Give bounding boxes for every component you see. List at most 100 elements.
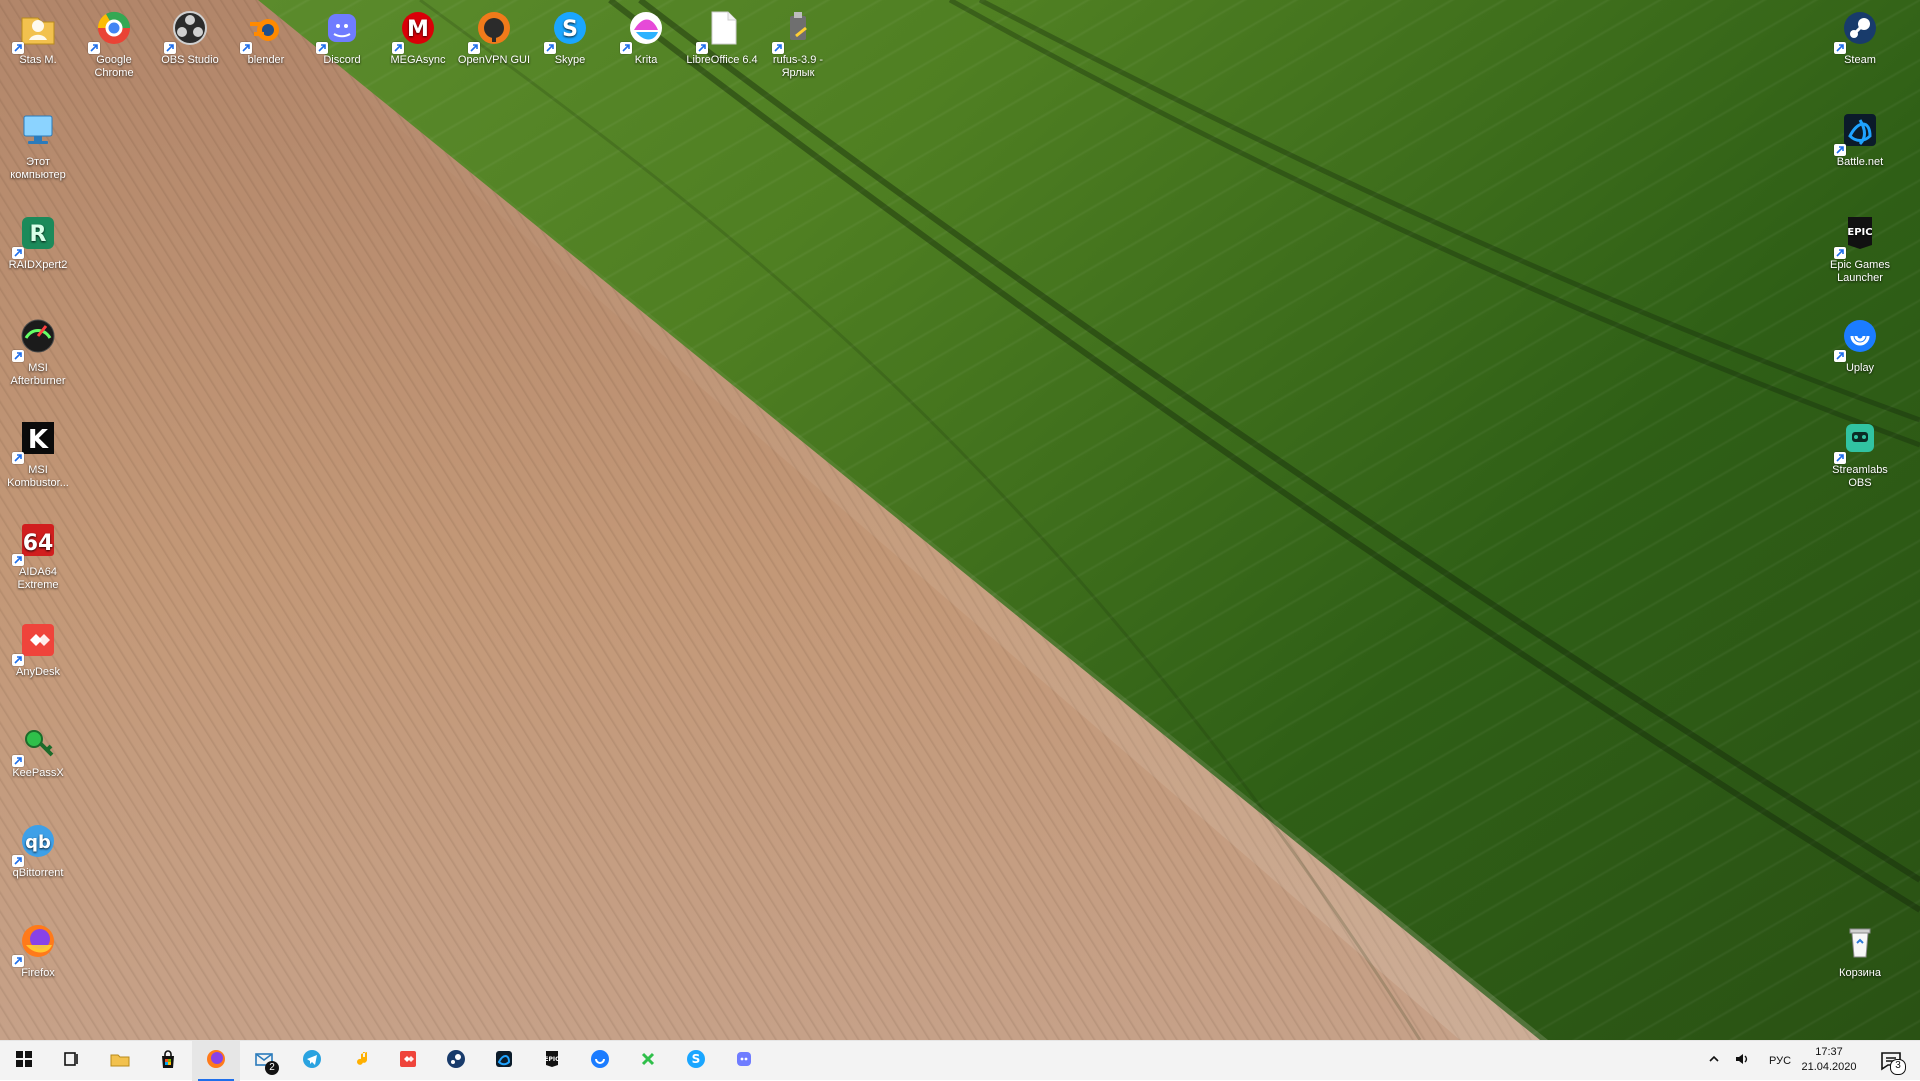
task-view-button[interactable] [48,1041,96,1081]
shortcut-arrow-icon [88,42,100,54]
desktop-icon-aida64-extreme[interactable]: 64 AIDA64 Extreme [0,512,76,602]
streamlabs-icon [1834,414,1884,464]
desktop-icon-libreoffice[interactable]: LibreOffice 6.4 [684,0,760,90]
desktop-icon-krita[interactable]: Krita [608,0,684,90]
desktop-icon-recycle-bin[interactable]: Корзина [1822,913,1898,1003]
shortcut-arrow-icon [1834,452,1846,464]
taskbar-file-explorer[interactable] [96,1041,144,1081]
start-button[interactable] [0,1041,48,1081]
desktop-icon-epic-games-launcher[interactable]: EPIC Epic Games Launcher [1822,205,1898,295]
desktop-icon-raidxpert2[interactable]: R RAIDXpert2 [0,205,76,295]
shortcut-arrow-icon [12,755,24,767]
desktop-icon-label: Firefox [21,967,55,979]
taskbar-skype[interactable]: S [672,1041,720,1081]
desktop-icon-label: OpenVPN GUI [457,54,531,66]
shortcut-arrow-icon [772,42,784,54]
desktop-icon-msi-afterburner[interactable]: MSI Afterburner [0,308,76,398]
shortcut-arrow-icon [1834,144,1846,156]
tray-overflow-button[interactable] [1700,1041,1728,1081]
desktop-icon-label: Battle.net [1836,156,1884,168]
desktop-icon-discord[interactable]: Discord [304,0,380,90]
desktop-icon-blender[interactable]: blender [228,0,304,90]
desktop-icon-label: KeePassX [12,767,64,779]
wallpaper-green-field [258,0,1920,1040]
desktop-icon-label: Skype [554,54,586,66]
desktop-icon-skype[interactable]: S Skype [532,0,608,90]
desktop-icon-rufus[interactable]: rufus-3.9 - Ярлык [760,0,836,90]
obs-icon [164,4,214,54]
store-bag-icon [157,1048,179,1075]
steam-icon [445,1048,467,1075]
computer-icon [14,106,62,154]
taskbar-music[interactable] [336,1041,384,1081]
desktop-icon-stas-m[interactable]: Stas M. [0,0,76,90]
mega-icon: M [392,4,442,54]
taskbar-anydesk[interactable] [384,1041,432,1081]
svg-text:S: S [692,1052,701,1066]
desktop-icon-megasync[interactable]: M MEGAsync [380,0,456,90]
shortcut-arrow-icon [392,42,404,54]
shortcut-arrow-icon [164,42,176,54]
tray-volume-button[interactable] [1728,1041,1756,1081]
taskbar-telegram[interactable] [288,1041,336,1081]
document-icon [696,4,746,54]
desktop-icon-qbittorrent[interactable]: qb qBittorrent [0,813,76,903]
chrome-icon [88,4,138,54]
desktop-icon-firefox[interactable]: Firefox [0,913,76,1003]
epic-games-icon: EPIC [541,1048,563,1075]
recycle-bin-icon [1836,917,1884,965]
taskbar-mail[interactable]: 2 [240,1041,288,1081]
svg-text:M: M [407,17,429,42]
svg-text:EPIC: EPIC [544,1056,560,1063]
desktop-icon-anydesk[interactable]: AnyDesk [0,612,76,702]
folder-icon [109,1048,131,1075]
desktop-icon-label: MSI Afterburner [10,362,66,387]
desktop-icon-obs-studio[interactable]: OBS Studio [152,0,228,90]
taskbar-steam[interactable] [432,1041,480,1081]
uplay-icon [589,1048,611,1075]
raidxpert-icon: R [12,209,62,259]
desktop-icon-label: Discord [323,54,361,66]
desktop-icon-google-chrome[interactable]: Google Chrome [76,0,152,90]
desktop-icon-label: AIDA64 Extreme [17,566,59,591]
desktop-icon-label: AnyDesk [15,666,61,678]
desktop-icon-streamlabs-obs[interactable]: Streamlabs OBS [1822,410,1898,500]
speaker-icon [1734,1051,1750,1072]
desktop-icon-this-pc[interactable]: Этот компьютер [0,102,76,192]
desktop-icon-msi-kombustor[interactable]: K MSI Kombustor... [0,410,76,500]
action-center-button[interactable]: 3 [1878,1049,1906,1075]
x-icon [637,1048,659,1075]
skype-icon: S [544,4,594,54]
desktop-icon-label: qBittorrent [12,867,64,879]
taskbar-uplay[interactable] [576,1041,624,1081]
taskbar-epic-games[interactable]: EPIC [528,1041,576,1081]
desktop-icon-openvpn-gui[interactable]: OpenVPN GUI [456,0,532,90]
taskbar-discord[interactable] [720,1041,768,1081]
discord-icon [733,1048,755,1075]
shortcut-arrow-icon [12,855,24,867]
desktop-icon-label: Stas M. [19,54,57,66]
desktop-icon-keepassx[interactable]: KeePassX [0,713,76,803]
tray-clock[interactable]: 17:37 21.04.2020 [1794,1045,1864,1077]
shortcut-arrow-icon [12,554,24,566]
shortcut-arrow-icon [12,42,24,54]
qbittorrent-icon: qb [12,817,62,867]
desktop-icon-uplay[interactable]: Uplay [1822,308,1898,398]
svg-text:qb: qb [25,832,51,853]
desktop-icon-steam[interactable]: Steam [1822,0,1898,90]
taskbar-battle-net[interactable] [480,1041,528,1081]
desktop-icon-battle-net[interactable]: Battle.net [1822,102,1898,192]
notification-count: 3 [1890,1059,1906,1075]
taskbar-xbox-app[interactable] [624,1041,672,1081]
task-view-icon [62,1049,82,1074]
desktop-icon-label: OBS Studio [161,54,219,66]
shortcut-arrow-icon [12,350,24,362]
desktop-icon-label: Этот компьютер [10,156,66,181]
taskbar-store[interactable] [144,1041,192,1081]
taskbar-firefox[interactable] [192,1041,240,1081]
desktop-icon-label: MSI Kombustor... [7,464,69,489]
shortcut-arrow-icon [12,955,24,967]
firefox-icon [205,1048,227,1075]
svg-text:S: S [562,17,578,42]
openvpn-icon [468,4,518,54]
